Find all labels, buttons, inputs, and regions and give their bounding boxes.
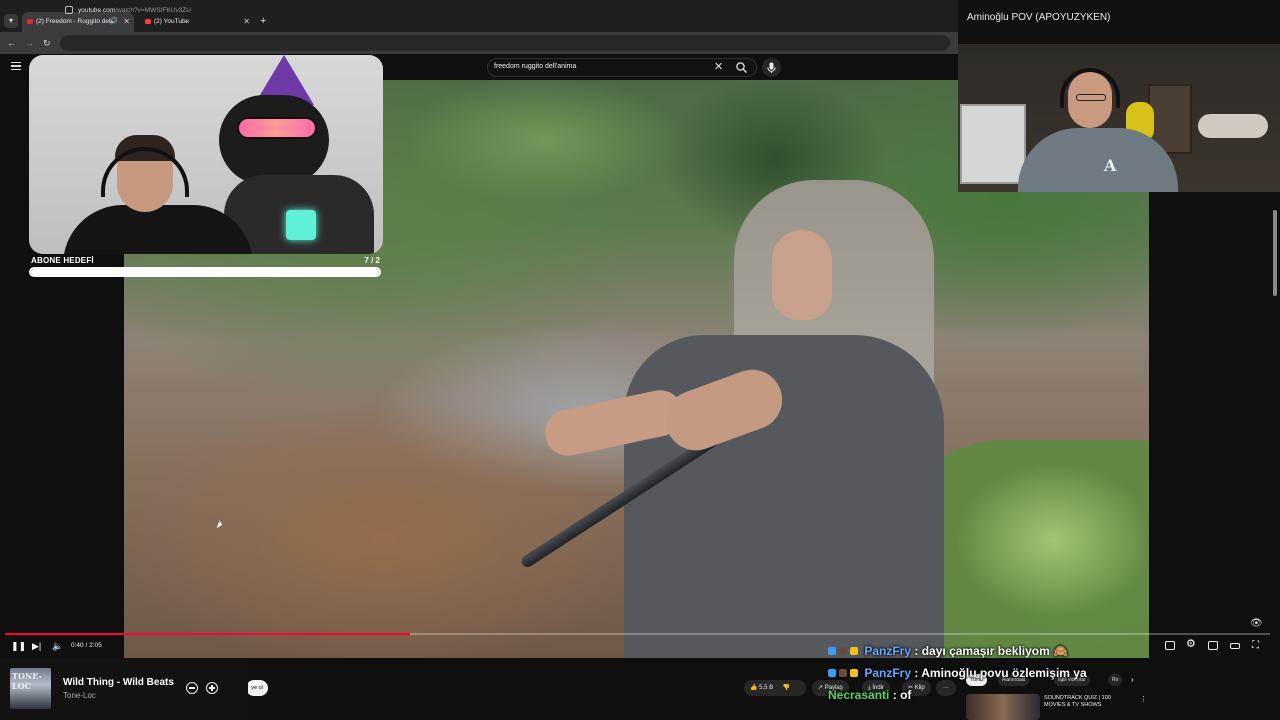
crown-badge-icon [850,669,858,677]
guest-webcam: A [958,44,1280,192]
sub-goal-bar [29,267,381,277]
recommendation-title[interactable]: SOUNDTRACK QUIZ | 100 MOVIES & TV SHOWS [1044,695,1124,709]
subscriber-badge-icon [839,669,847,677]
settings-gear-icon[interactable]: ⚙ [1186,638,1196,650]
sub-goal-count: 7 / 2 [364,256,380,265]
cam-right-title: Aminoğlu POV (APOYUZYKEN) [967,12,1111,23]
thumbs-down-icon: 👎 [782,685,791,691]
reload-icon[interactable]: ↻ [43,37,51,49]
track-title: Wild Thing - Wild Beats [63,677,174,688]
tab-freedom[interactable]: (2) Freedom - Ruggito dell' 🔊 ✕ [22,12,134,32]
subscribe-button[interactable]: ye ol [246,680,268,696]
miniplayer-icon[interactable] [1208,641,1218,650]
tab-title: (2) YouTube [154,18,190,25]
youtube-favicon-icon [145,19,151,24]
page-scrollbar[interactable] [1273,210,1277,296]
youtube-favicon-icon [27,19,33,24]
share-icon: ↗ [818,685,824,691]
more-actions-icon[interactable]: ··· [936,680,956,696]
browser-tab-bar: ▾ (2) Freedom - Ruggito dell' 🔊 ✕ (2) Yo… [0,0,958,32]
sub-goal-label: ABONE HEDEFİ [31,256,94,265]
url-field[interactable] [60,35,950,51]
headset [1060,68,1120,108]
eye-icon: 👁 [1250,618,1263,629]
fan [960,104,1026,184]
site-info-icon[interactable] [65,6,73,14]
subscriber-badge-icon [839,647,847,655]
more-vert-icon[interactable]: ⋮ [1140,694,1147,706]
tab-youtube[interactable]: (2) YouTube ✕ [140,12,254,32]
sub-goal-fill [31,269,379,275]
pillow [1198,114,1268,138]
neon-light [286,210,316,240]
back-icon[interactable]: ← [7,37,16,49]
musician-face [772,230,832,320]
clear-search-icon[interactable]: ✕ [714,60,723,74]
voice-search-button[interactable] [762,58,781,77]
album-art-text: TONE-LOC [12,671,42,691]
add-icon[interactable] [206,682,218,694]
new-tab-icon[interactable]: + [260,13,266,29]
close-tab-icon[interactable]: ✕ [243,12,250,32]
musician-body [624,335,944,658]
volume-icon[interactable]: 🔈 [52,640,63,652]
chat-message: PanzFry : Aminoğlu povu özlemişim ya [828,666,1087,680]
video-progress-bar[interactable] [5,633,1270,635]
search-query-text: freedom ruggito dell'anima [494,63,577,70]
music-mini-player[interactable]: TONE-LOC Wild Thing - Wild Beats Tone-Lo… [0,659,248,720]
mascot-goggles [237,117,317,139]
cube-badge-icon [828,669,836,677]
address-bar: ← → ↻ [0,32,958,54]
glasses [1076,94,1106,101]
video-time: 0:40 / 2:05 [71,642,102,649]
chip-more[interactable]: Ro [1108,674,1123,686]
forward-icon[interactable]: → [25,37,34,49]
pause-icon[interactable]: ❚❚ [11,640,26,652]
video-progress-fill [5,633,410,635]
next-icon[interactable]: ▶| [32,640,41,652]
chat-message: PanzFry : dayı çamaşır bekliyom 🙈 [828,644,1068,658]
album-art: TONE-LOC [10,668,51,709]
chevron-right-icon[interactable]: › [1131,674,1134,686]
microphone-icon [767,62,776,73]
search-icon[interactable] [735,61,748,74]
streamer-webcam [29,55,383,254]
subtitles-icon[interactable] [1165,641,1175,650]
thumbs-up-icon: 👍 [750,685,758,691]
like-button[interactable]: 👍 5,5 B 👎 [744,680,806,696]
crown-badge-icon [850,647,858,655]
tab-search-icon[interactable]: ▾ [4,14,18,28]
menu-icon[interactable] [11,62,21,70]
tab-title: (2) Freedom - Ruggito dell' [36,18,114,25]
fullscreen-icon[interactable]: ⛶ [1252,640,1259,652]
like-count: 5,5 B [759,685,774,691]
screen: ▾ (2) Freedom - Ruggito dell' 🔊 ✕ (2) Yo… [0,0,1280,720]
mascot-head [219,95,329,185]
url-text: youtube.com/watch?v=MWSIFKUv3ZU [78,7,191,14]
speaker-icon[interactable]: 🔊 [109,12,118,32]
track-artist: Tone-Loc [63,691,96,700]
remove-icon[interactable] [186,682,198,694]
chat-message: Necrasanti : of [828,688,912,702]
sweater-logo: A [1104,156,1117,175]
close-tab-icon[interactable]: ✕ [123,12,130,32]
cube-badge-icon [828,647,836,655]
recommendation-thumbnail[interactable] [966,694,1040,720]
theater-mode-icon[interactable] [1230,643,1240,649]
